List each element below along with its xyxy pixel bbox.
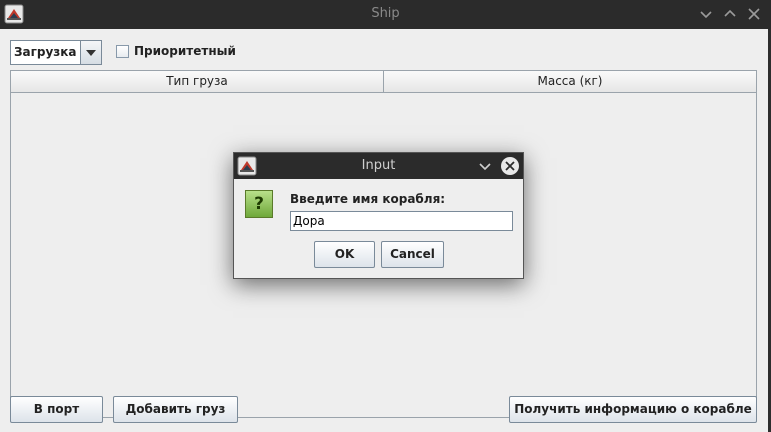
close-icon[interactable] xyxy=(745,5,763,23)
chevron-up-icon[interactable] xyxy=(721,5,739,23)
close-icon[interactable] xyxy=(500,156,520,176)
chevron-down-icon[interactable] xyxy=(697,5,715,23)
chevron-down-icon[interactable] xyxy=(477,158,493,174)
to-port-button[interactable]: В порт xyxy=(10,396,103,423)
dialog-prompt: Введите имя корабля: xyxy=(290,192,446,206)
add-cargo-button[interactable]: Добавить груз xyxy=(113,396,238,423)
ok-button[interactable]: OK xyxy=(314,241,375,268)
ship-info-button[interactable]: Получить информацию о корабле xyxy=(509,396,757,423)
column-header-mass[interactable]: Масса (кг) xyxy=(383,71,756,92)
column-header-cargo-type[interactable]: Тип груза xyxy=(11,71,383,92)
question-icon: ? xyxy=(245,190,273,218)
mode-select-value: Загрузка xyxy=(14,45,77,59)
window-titlebar: Ship xyxy=(0,0,771,29)
cargo-table-header: Тип груза Масса (кг) xyxy=(11,71,756,93)
priority-checkbox[interactable] xyxy=(116,44,129,58)
ship-name-input[interactable] xyxy=(290,211,513,231)
priority-checkbox-group[interactable]: Приоритетный xyxy=(116,44,236,58)
cancel-button[interactable]: Cancel xyxy=(381,241,444,268)
input-dialog: Input ? Введите имя корабля: OK Cancel xyxy=(233,152,524,279)
priority-checkbox-label: Приоритетный xyxy=(134,44,236,58)
dialog-titlebar: Input xyxy=(234,153,523,179)
chevron-down-icon[interactable] xyxy=(79,41,101,64)
window-title: Ship xyxy=(371,6,400,21)
mode-select[interactable]: Загрузка xyxy=(10,40,102,65)
